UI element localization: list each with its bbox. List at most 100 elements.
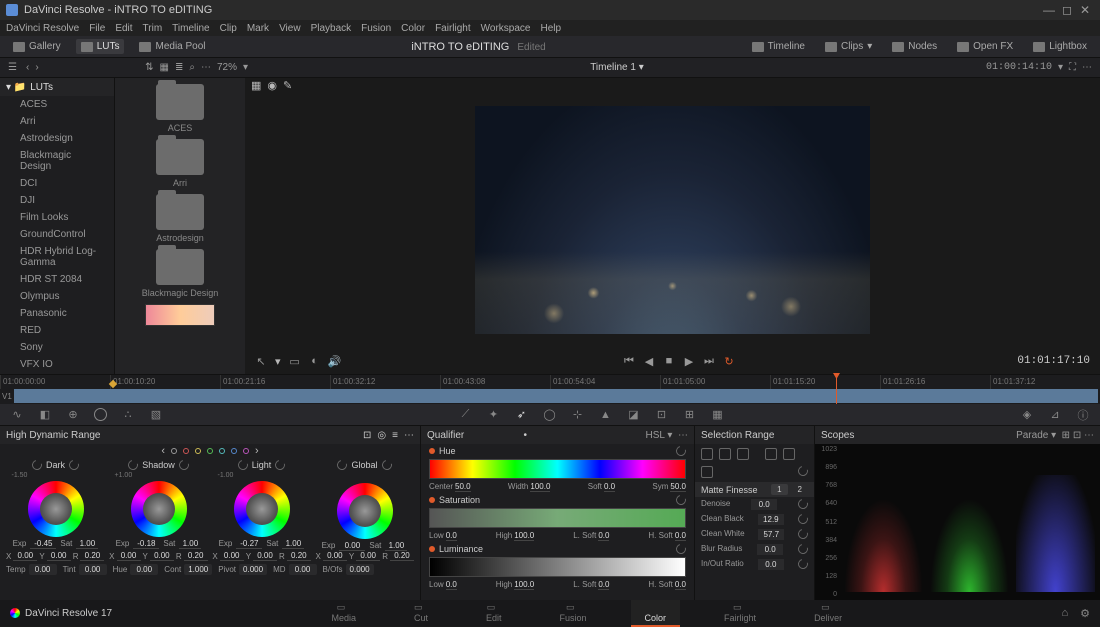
- page-tab-edit[interactable]: ▭Edit: [472, 600, 516, 627]
- nav-back-icon[interactable]: ‹: [26, 62, 29, 73]
- more-icon[interactable]: ⋯: [201, 62, 211, 73]
- thumb-astrodesign[interactable]: Astrodesign: [156, 194, 204, 243]
- nodes-button[interactable]: Nodes: [887, 39, 942, 54]
- sat-bar[interactable]: [429, 508, 686, 528]
- settings-icon[interactable]: ⚙: [1080, 607, 1090, 620]
- qualifier-mode[interactable]: HSL: [646, 430, 665, 441]
- sat-lsoft[interactable]: 0.0: [598, 531, 609, 541]
- split-view-icon[interactable]: ▭: [289, 355, 301, 367]
- lum-high[interactable]: 100.0: [514, 580, 534, 590]
- expand-icon[interactable]: ⛶: [1069, 62, 1076, 73]
- thumb-aces[interactable]: ACES: [156, 84, 204, 133]
- menu-help[interactable]: Help: [540, 23, 561, 34]
- hue-value[interactable]: 0.00: [130, 564, 158, 575]
- loop-icon[interactable]: ↻: [723, 355, 735, 367]
- close-button[interactable]: ✕: [1076, 3, 1094, 17]
- sat-low[interactable]: 0.0: [446, 531, 457, 541]
- window-icon[interactable]: ◯: [543, 408, 557, 422]
- hdr-zones-icon[interactable]: ≡: [392, 430, 398, 441]
- clips-button[interactable]: Clips▾: [820, 39, 877, 54]
- selection-reset-icon[interactable]: [796, 464, 810, 478]
- hdr-more-icon[interactable]: ⋯: [404, 430, 414, 441]
- nav-fwd-icon[interactable]: ›: [35, 62, 38, 73]
- lum-bar[interactable]: [429, 557, 686, 577]
- sat-hsoft[interactable]: 0.0: [675, 531, 686, 541]
- page-tab-cut[interactable]: ▭Cut: [400, 600, 442, 627]
- sort-icon[interactable]: ⇅: [145, 62, 153, 73]
- sat-reset-icon[interactable]: [674, 493, 688, 507]
- lum-hsoft[interactable]: 0.0: [675, 580, 686, 590]
- menu-mark[interactable]: Mark: [247, 23, 269, 34]
- blur-icon[interactable]: ◪: [627, 408, 641, 422]
- sidebar-item-aces[interactable]: ACES: [0, 96, 114, 113]
- page-tab-color[interactable]: Color: [631, 600, 681, 627]
- menu-trim[interactable]: Trim: [143, 23, 163, 34]
- sidebar-item-film-looks[interactable]: Film Looks: [0, 209, 114, 226]
- last-frame-icon[interactable]: ⏭: [703, 355, 715, 367]
- luts-button[interactable]: LUTs: [76, 39, 125, 54]
- page-tab-deliver[interactable]: ▭Deliver: [800, 600, 856, 627]
- wheel-reset-icon[interactable]: [67, 458, 81, 472]
- hdr-expand-icon[interactable]: ⊡: [363, 430, 371, 441]
- timeline-button[interactable]: Timeline: [747, 39, 810, 54]
- mini-timeline[interactable]: 01:00:00:0001:00:10:2001:00:21:1601:00:3…: [0, 374, 1100, 404]
- magic-icon[interactable]: ▲: [599, 408, 613, 422]
- feather-add-icon[interactable]: [765, 448, 777, 460]
- menu-workspace[interactable]: Workspace: [481, 23, 531, 34]
- bofs-value[interactable]: 0.000: [346, 564, 374, 575]
- menu-fusion[interactable]: Fusion: [361, 23, 391, 34]
- openfx-button[interactable]: Open FX: [952, 39, 1018, 54]
- pivot-value[interactable]: 0.000: [239, 564, 267, 575]
- menu-timeline[interactable]: Timeline: [172, 23, 209, 34]
- menu-fairlight[interactable]: Fairlight: [435, 23, 471, 34]
- detail-view-icon[interactable]: ≣: [175, 62, 183, 73]
- sidebar-item-hdr-st-2084[interactable]: HDR ST 2084: [0, 271, 114, 288]
- timeline-name[interactable]: Timeline 1 ▾: [256, 62, 978, 73]
- pick-tool-icon[interactable]: ↖: [255, 355, 267, 367]
- sidebar-item-arri[interactable]: Arri: [0, 113, 114, 130]
- feather-sub-icon[interactable]: [783, 448, 795, 460]
- sidebar-header[interactable]: ▾ 📁 LUTs: [0, 78, 114, 96]
- mediapool-button[interactable]: Media Pool: [134, 39, 210, 54]
- wheel-reset-icon[interactable]: [336, 458, 350, 472]
- matte-tab-1[interactable]: 1: [771, 484, 787, 495]
- thumb-blackmagic-design[interactable]: Blackmagic Design: [142, 249, 219, 298]
- first-frame-icon[interactable]: ⏮: [623, 355, 635, 367]
- hue-sym[interactable]: 50.0: [670, 482, 686, 492]
- hue-bar[interactable]: [429, 459, 686, 479]
- sat-high[interactable]: 100.0: [514, 531, 534, 541]
- playhead[interactable]: [836, 375, 837, 404]
- menu-view[interactable]: View: [279, 23, 301, 34]
- reset-icon[interactable]: [796, 527, 810, 541]
- sidebar-item-olympus[interactable]: Olympus: [0, 288, 114, 305]
- sidebar-item-dji[interactable]: DJI: [0, 192, 114, 209]
- tint-value[interactable]: 0.00: [79, 564, 107, 575]
- wheel-reset-icon[interactable]: [126, 458, 140, 472]
- hdr-wheels-icon[interactable]: [94, 408, 107, 421]
- color-wheel[interactable]: [234, 481, 290, 537]
- sidebar-item-sony[interactable]: Sony: [0, 339, 114, 356]
- hdr-target-icon[interactable]: ◎: [377, 430, 386, 441]
- color-wheel[interactable]: [28, 481, 84, 537]
- thumb-arri[interactable]: Arri: [156, 139, 204, 188]
- zoom-value[interactable]: 72%: [217, 62, 237, 73]
- picker-sub-icon[interactable]: [737, 448, 749, 460]
- sidebar-item-astrodesign[interactable]: Astrodesign: [0, 130, 114, 147]
- wheel-reset-icon[interactable]: [380, 458, 394, 472]
- 3d-icon[interactable]: ▦: [711, 408, 725, 422]
- scopes-mode[interactable]: Parade: [1016, 430, 1048, 441]
- lum-reset-icon[interactable]: [674, 542, 688, 556]
- tracking-icon[interactable]: ⊹: [571, 408, 585, 422]
- picker-icon[interactable]: [701, 448, 713, 460]
- clip-thumb[interactable]: [145, 304, 215, 326]
- reset-icon[interactable]: [796, 512, 810, 526]
- maximize-button[interactable]: ◻: [1058, 3, 1076, 17]
- prev-frame-icon[interactable]: ◀: [643, 355, 655, 367]
- cont-value[interactable]: 1.000: [184, 564, 212, 575]
- minimize-button[interactable]: —: [1040, 3, 1058, 17]
- color-wheel[interactable]: [337, 483, 393, 539]
- reset-icon[interactable]: [796, 542, 810, 556]
- sidebar-item-red[interactable]: RED: [0, 322, 114, 339]
- curves2-icon[interactable]: ⟋: [459, 408, 473, 422]
- lightbox-button[interactable]: Lightbox: [1028, 39, 1092, 54]
